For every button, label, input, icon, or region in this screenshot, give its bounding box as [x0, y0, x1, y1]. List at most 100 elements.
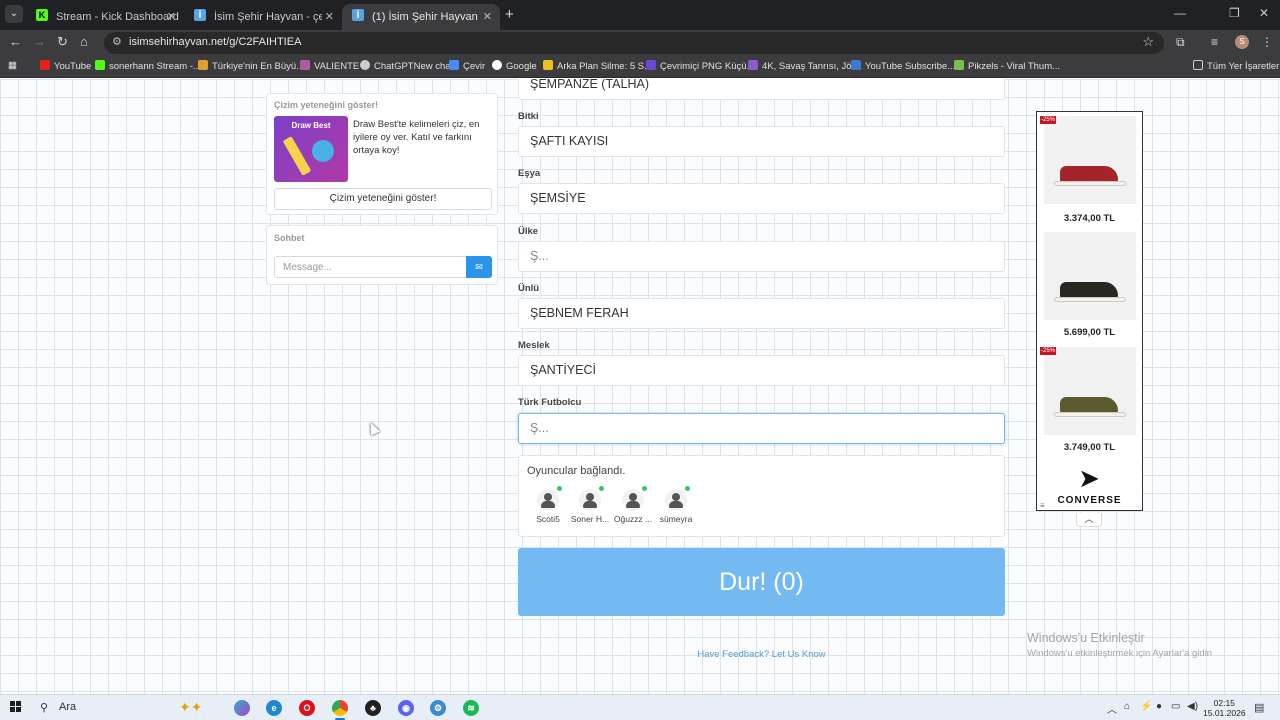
edge-icon[interactable]: e: [266, 700, 282, 716]
ad-collapse-button[interactable]: ︿: [1076, 513, 1102, 527]
site-icon: [748, 60, 758, 70]
bookmark-cevir[interactable]: Çevir: [449, 60, 485, 72]
chat-send-button[interactable]: ✉: [466, 256, 492, 278]
field-bitki[interactable]: ŞAFTI KAYISI: [518, 126, 1005, 157]
label-esya: Eşya: [518, 168, 541, 179]
restore-icon[interactable]: ❐: [1229, 6, 1240, 20]
back-icon[interactable]: ←: [9, 34, 22, 49]
bookmark-chatgpt[interactable]: ChatGPTNew chat: [360, 60, 453, 72]
close-tab-icon[interactable]: ✕: [167, 7, 176, 27]
close-tab-icon[interactable]: ✕: [483, 7, 492, 27]
player-item[interactable]: Oğuzzz ...: [611, 486, 655, 524]
feedback-link[interactable]: Have Feedback? Let Us Know: [697, 649, 825, 660]
google-icon: [492, 60, 502, 70]
draw-best-image[interactable]: Draw Best: [274, 116, 348, 182]
tab-search-icon[interactable]: ⌄: [5, 5, 23, 23]
notification-icon[interactable]: ▤: [1254, 701, 1264, 714]
player-item[interactable]: sümeyra: [654, 486, 698, 524]
tray-network-icon[interactable]: ⚡: [1140, 701, 1152, 712]
bookmark-arka-plan[interactable]: Arka Plan Silme: 5 S...: [543, 60, 652, 72]
show-drawing-button[interactable]: Çizim yeteneğini göster!: [274, 188, 492, 210]
profile-avatar[interactable]: S: [1235, 35, 1249, 49]
bookmark-4k[interactable]: 4K, Savaş Tanrısı, Jör...: [748, 60, 862, 72]
ad-price: 3.374,00 TL: [1063, 213, 1116, 224]
close-tab-icon[interactable]: ✕: [325, 7, 334, 27]
draw-description: Draw Best'te kelimeleri çiz, en iyilere …: [353, 119, 480, 156]
tray-app-icon[interactable]: ▭: [1171, 701, 1180, 712]
online-dot-icon: [642, 486, 647, 491]
reload-icon[interactable]: ↻: [57, 34, 68, 50]
bookmark-sonerhann[interactable]: sonerhann Stream -...: [95, 60, 201, 72]
field-ulke[interactable]: Ş...: [518, 241, 1005, 272]
close-window-icon[interactable]: ✕: [1259, 6, 1269, 20]
menu-icon[interactable]: ⋮: [1261, 35, 1273, 49]
new-tab-icon[interactable]: +: [505, 6, 514, 23]
ad-product[interactable]: [1044, 116, 1136, 204]
forward-icon[interactable]: →: [33, 34, 46, 49]
label-meslek: Meslek: [518, 340, 550, 351]
chrome-icon[interactable]: [332, 700, 348, 716]
field-unlu[interactable]: ŞEBNEM FERAH: [518, 298, 1005, 329]
bookmark-google[interactable]: Google: [492, 60, 537, 72]
bookmark-png[interactable]: Çevrimiçi PNG Küçü...: [646, 60, 755, 72]
field-hayvan[interactable]: ŞEMPANZE (TALHA): [518, 79, 1005, 100]
url-omnibox[interactable]: ⚙ isimsehirhayvan.net/g/C2FAIHTIEA ☆: [104, 32, 1164, 54]
ad-info-icon[interactable]: ≡: [1040, 501, 1045, 510]
shoe-ad[interactable]: -25% 3.374,00 TL 5.699,00 TL -25% 3.749,…: [1036, 111, 1143, 511]
chat-card: Sohbet Message... ✉: [266, 225, 498, 285]
settings-app-icon[interactable]: ⚙: [430, 700, 446, 716]
tray-app-icon[interactable]: ⌂: [1124, 701, 1130, 712]
tray-overflow-icon[interactable]: ︿: [1107, 701, 1117, 716]
ad-product[interactable]: [1044, 347, 1136, 435]
online-dot-icon: [599, 486, 604, 491]
bookmark-star-icon[interactable]: ☆: [1142, 34, 1154, 50]
field-esya[interactable]: ŞEMSİYE: [518, 183, 1005, 214]
windows-start-icon[interactable]: [10, 701, 22, 713]
user-avatar-icon: [622, 486, 647, 511]
apps-grid-icon[interactable]: ▦: [8, 60, 17, 71]
extensions-icon[interactable]: ⧉: [1176, 35, 1185, 50]
clock-time: 02:15: [1213, 698, 1235, 708]
discord-icon[interactable]: ◉: [398, 700, 414, 716]
taskbar-clock[interactable]: 02:15 15.01.2026: [1203, 698, 1246, 718]
app-icon[interactable]: ♣: [365, 700, 381, 716]
copilot-icon[interactable]: [234, 700, 250, 716]
user-avatar-icon: [579, 486, 604, 511]
tab-isim-sehir-hayvan[interactable]: İ İsim Şehir Hayvan - çevrimiçi oyun ✕: [184, 4, 342, 30]
home-icon[interactable]: ⌂: [80, 34, 88, 49]
spotify-icon[interactable]: ≋: [463, 700, 479, 716]
pencil-icon: [282, 136, 312, 176]
bookmark-turkiye[interactable]: Türkiye'nin En Büyü...: [198, 60, 304, 72]
chevron-up-icon: ︿: [1084, 514, 1094, 524]
taskbar-search[interactable]: ⚲ Ara ✦✦: [36, 698, 220, 718]
ad-product[interactable]: [1044, 232, 1136, 320]
label-turk-futbolcu: Türk Futbolcu: [518, 397, 582, 408]
chat-message-input[interactable]: Message...: [274, 256, 467, 278]
minimize-icon[interactable]: —: [1174, 6, 1186, 20]
opera-icon[interactable]: O: [299, 700, 315, 716]
search-icon: ⚲: [40, 702, 49, 714]
activation-watermark-subtitle: Windows'u etkinleştirmek için Ayarlar'a …: [1027, 648, 1213, 659]
bookmark-youtube[interactable]: YouTube: [40, 60, 91, 72]
windows-taskbar: ⚲ Ara ✦✦ e O ♣ ◉ ⚙ ≋ ︿ ⌂ ⚡ ● ▭ ◀) 02:15 …: [0, 694, 1280, 720]
field-turk-futbolcu[interactable]: Ş...: [518, 413, 1005, 444]
field-meslek[interactable]: ŞANTİYECİ: [518, 355, 1005, 386]
tab-kick-dashboard[interactable]: K Stream - Kick Dashboard ✕: [26, 4, 184, 30]
bookmarks-bar: ▦ YouTube sonerhann Stream -... Türkiye'…: [0, 56, 1280, 78]
message-icon: ✉: [475, 262, 483, 272]
player-item[interactable]: Scoti5: [526, 486, 570, 524]
bookmark-all[interactable]: Tüm Yer İşaretleri: [1193, 60, 1280, 72]
stop-button[interactable]: Dur! (0): [518, 548, 1005, 616]
tab-active-game[interactable]: İ (1) İsim Şehir Hayvan oyununa ✕: [342, 4, 500, 30]
player-item[interactable]: Soner H...: [568, 486, 612, 524]
bookmark-valiente[interactable]: VALIENTE: [300, 60, 359, 72]
microphone-icon[interactable]: ●: [1156, 701, 1162, 712]
folder-icon: [1193, 60, 1203, 70]
address-bar: ← → ↻ ⌂ ⚙ isimsehirhayvan.net/g/C2FAIHTI…: [0, 30, 1280, 56]
volume-icon[interactable]: ◀): [1187, 701, 1198, 712]
bookmark-yt-subscribe[interactable]: YouTube Subscribe...: [851, 60, 955, 72]
site-info-icon[interactable]: ⚙: [112, 35, 122, 48]
reading-list-icon[interactable]: ≡: [1211, 35, 1218, 49]
label-bitki: Bitki: [518, 111, 539, 122]
bookmark-pikzels[interactable]: Pikzels - Viral Thum...: [954, 60, 1060, 72]
